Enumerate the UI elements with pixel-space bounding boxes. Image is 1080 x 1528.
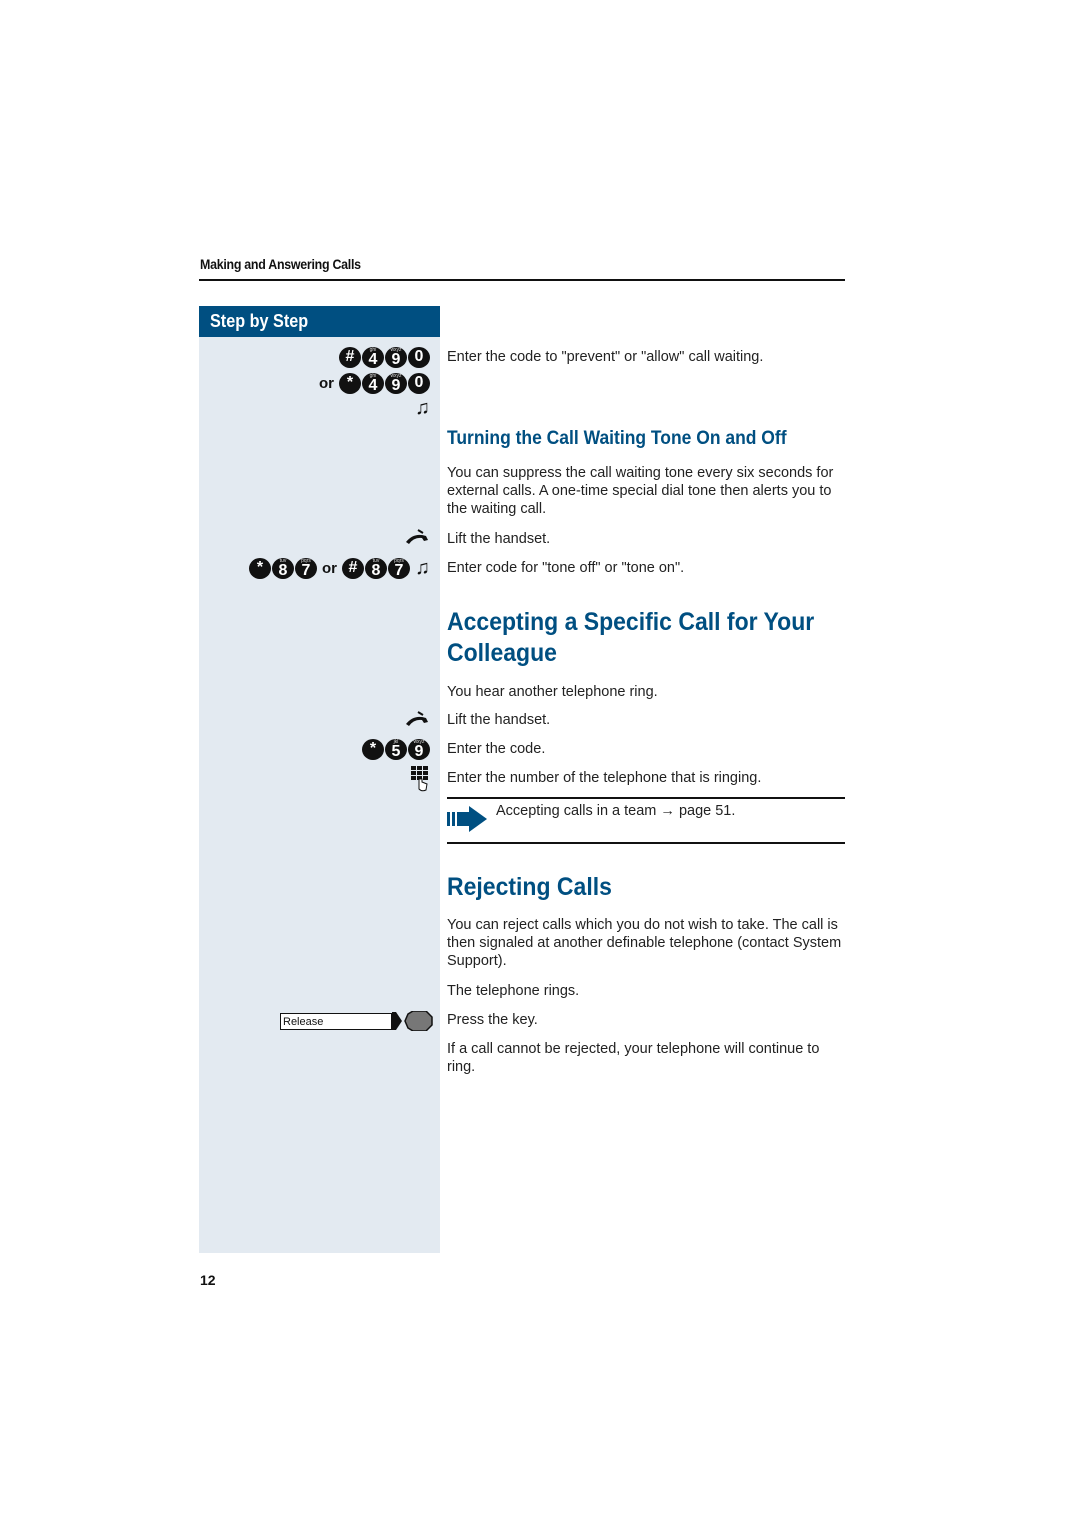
or-label: or: [322, 559, 337, 577]
release-key-label: Release: [280, 1012, 392, 1030]
dial-key-0: 0: [408, 372, 430, 394]
step-lift-handset: Lift the handset.: [447, 531, 551, 547]
softkey-icon: [392, 1011, 433, 1031]
step-enter-tone-code: Enter code for "tone off" or "tone on".: [447, 560, 685, 576]
step-by-step-sidebar: [199, 306, 440, 1253]
section-title-waiting-tone: Turning the Call Waiting Tone On and Off: [447, 428, 787, 449]
dial-key-hash: #: [342, 557, 364, 579]
dial-key-9: wxyz 9: [408, 738, 430, 760]
dial-key-8: tuv 8: [365, 557, 387, 579]
section-title-accepting-call: Accepting a Specific Call for Your Colle…: [447, 608, 815, 667]
dial-key-4: ghi 4: [362, 372, 384, 394]
code-pickup: * jkl 5 wxyz 9: [362, 738, 430, 760]
section-title-rejecting-calls: Rejecting Calls: [447, 873, 612, 901]
step-press-key: Press the key.: [447, 1012, 538, 1028]
note-arrow-icon: [447, 806, 489, 837]
keypad-icon: [410, 765, 430, 798]
lift-handset-icon: [404, 528, 430, 551]
or-label: or: [319, 374, 334, 392]
note-text-link[interactable]: Accepting calls in a team → page 51.: [496, 802, 846, 820]
dial-key-8: tuv 8: [272, 557, 294, 579]
running-title: Making and Answering Calls: [200, 257, 361, 272]
code-tone-off-on: * tuv 8 pqrs 7 or # tuv 8 pqrs 7 ♫: [249, 557, 430, 579]
dial-key-star: *: [362, 738, 384, 760]
note-rule-bottom: [447, 842, 845, 844]
sidebar-title: Step by Step: [199, 306, 440, 337]
dial-key-0: 0: [408, 346, 430, 368]
dial-key-7: pqrs 7: [295, 557, 317, 579]
dial-key-7: pqrs 7: [388, 557, 410, 579]
section-intro: You can reject calls which you do not wi…: [447, 917, 842, 969]
dial-key-star: *: [249, 557, 271, 579]
code-tone-on: # tuv 8 pqrs 7: [342, 557, 410, 579]
step-enter-number: Enter the number of the telephone that i…: [447, 770, 762, 786]
musical-note-icon: ♫: [415, 397, 430, 419]
sidebar-title-text: Step by Step: [210, 311, 309, 331]
step-lift-handset: Lift the handset.: [447, 712, 551, 728]
section-intro: You hear another telephone ring.: [447, 684, 658, 700]
note-rule-top: [447, 797, 845, 799]
dial-key-hash: #: [339, 346, 361, 368]
dial-key-star: *: [339, 372, 361, 394]
dial-key-9: wxyz 9: [385, 372, 407, 394]
step-enter-code-waiting: Enter the code to "prevent" or "allow" c…: [447, 349, 764, 365]
section-outro: If a call cannot be rejected, your telep…: [447, 1041, 820, 1075]
code-prevent-allow-2: or * ghi 4 wxyz 9 0: [315, 372, 430, 394]
step-telephone-rings: The telephone rings.: [447, 983, 580, 999]
section-intro: You can suppress the call waiting tone e…: [447, 465, 834, 517]
header-rule: [199, 279, 845, 281]
code-keys: * ghi 4 wxyz 9 0: [339, 372, 430, 394]
code-tone-off: * tuv 8 pqrs 7: [249, 557, 317, 579]
code-prevent-allow-1: # ghi 4 wxyz 9 0: [339, 346, 430, 368]
dial-key-4: ghi 4: [362, 346, 384, 368]
dial-key-9: wxyz 9: [385, 346, 407, 368]
lift-handset-icon: [404, 710, 430, 733]
page-number: 12: [200, 1272, 216, 1288]
step-enter-code: Enter the code.: [447, 741, 546, 757]
release-softkey[interactable]: Release: [280, 1011, 434, 1031]
dial-key-5: jkl 5: [385, 738, 407, 760]
musical-note-icon: ♫: [415, 557, 430, 579]
